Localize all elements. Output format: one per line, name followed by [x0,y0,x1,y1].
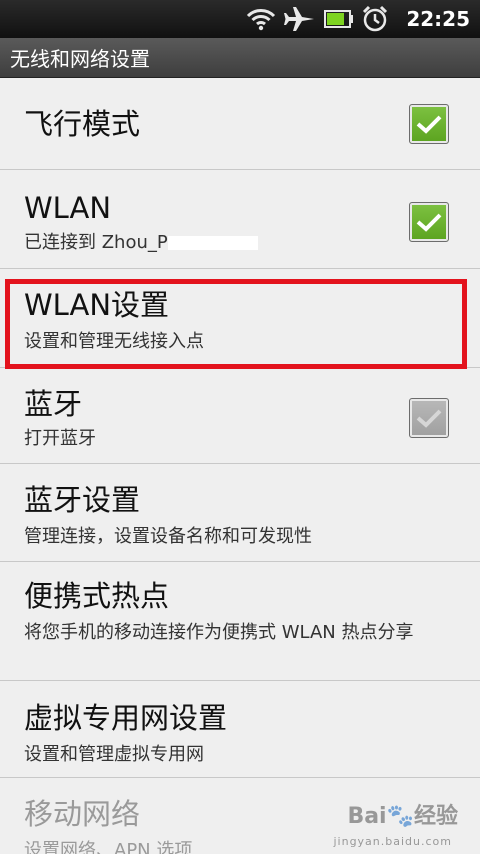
airplane-icon [284,5,316,33]
status-clock: 22:25 [406,7,470,31]
setting-vpn[interactable]: 虚拟专用网设置 设置和管理虚拟专用网 [0,681,480,778]
wifi-icon [246,7,276,31]
bluetooth-checkbox[interactable] [409,398,449,438]
setting-title: WLAN设置 [24,288,170,322]
setting-title: WLAN [24,191,112,225]
setting-bluetooth[interactable]: 蓝牙 打开蓝牙 [0,368,480,464]
setting-summary: 设置和管理虚拟专用网 [24,744,204,765]
setting-bluetooth-settings[interactable]: 蓝牙设置 管理连接，设置设备名称和可发现性 [0,464,480,562]
baidu-watermark-logo: Bai🐾经验 [347,804,458,829]
setting-wlan[interactable]: WLAN 已连接到 Zhou_P [0,170,480,269]
setting-title: 便携式热点 [24,579,170,613]
title-bar: 无线和网络设置 [0,38,480,78]
baidu-watermark-url: jingyan.baidu.com [333,835,452,848]
setting-summary: 已连接到 Zhou_P [24,230,258,256]
setting-title: 蓝牙设置 [24,483,141,517]
check-icon [416,409,442,428]
setting-wlan-settings[interactable]: WLAN设置 设置和管理无线接入点 [0,269,480,368]
settings-list[interactable]: 飞行模式 WLAN 已连接到 Zhou_P WLAN设置 设置和管理无线接入点 … [0,79,480,854]
setting-summary: 设置和管理无线接入点 [24,331,204,352]
setting-airplane-mode[interactable]: 飞行模式 [0,79,480,170]
wlan-connection-status: 已连接到 Zhou_P [24,232,168,253]
check-icon [416,213,442,232]
wlan-checkbox[interactable] [409,202,449,242]
page-title: 无线和网络设置 [10,47,150,71]
airplane-mode-checkbox[interactable] [409,104,449,144]
status-bar: 22:25 [0,0,480,38]
setting-summary: 设置网络、APN 选项 [24,840,193,854]
setting-summary: 将您手机的移动连接作为便携式 WLAN 热点分享 [24,622,414,643]
setting-title: 飞行模式 [24,107,141,141]
redacted-area [167,236,258,250]
setting-title: 虚拟专用网设置 [24,701,228,735]
setting-summary: 打开蓝牙 [24,428,96,449]
setting-title: 移动网络 [24,797,141,831]
setting-title: 蓝牙 [24,387,83,421]
alarm-icon [362,5,388,33]
check-icon [416,115,442,134]
battery-icon [324,9,354,29]
setting-portable-hotspot[interactable]: 便携式热点 将您手机的移动连接作为便携式 WLAN 热点分享 [0,562,480,681]
setting-summary: 管理连接，设置设备名称和可发现性 [24,526,312,547]
